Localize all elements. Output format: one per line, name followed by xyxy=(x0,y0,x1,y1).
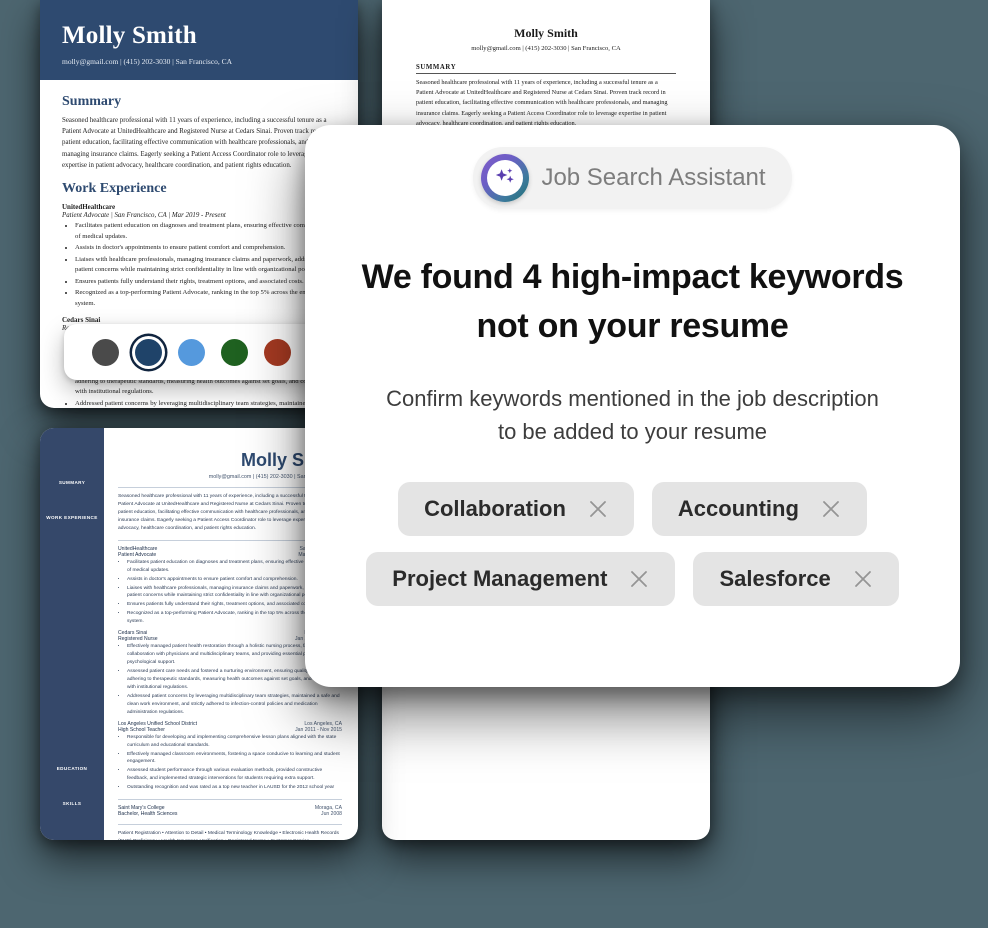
job-bullet: Assists in doctor's appointments to ensu… xyxy=(75,243,336,254)
resume-header-banner: Molly Smith molly@gmail.com | (415) 202-… xyxy=(40,0,358,80)
job-title: Registered Nurse xyxy=(118,636,158,643)
job-bullet: Recognized as a top-performing Patient A… xyxy=(75,288,336,309)
sparkle-icon xyxy=(481,154,530,202)
section-heading-summary: SUMMARY xyxy=(416,64,676,74)
screenshot-stage: Molly Smith molly@gmail.com | (415) 202-… xyxy=(0,0,988,928)
job-search-assistant-modal: Job Search Assistant We found 4 high-imp… xyxy=(305,125,960,687)
resume-contact: molly@gmail.com | (415) 202-3030 | San F… xyxy=(471,45,621,52)
job-bullets: Facilitates patient education on diagnos… xyxy=(62,221,336,310)
assistant-badge[interactable]: Job Search Assistant xyxy=(473,147,792,209)
job-bullet: Facilitates patient education on diagnos… xyxy=(75,221,336,242)
job-bullet: Ensures patients fully understand their … xyxy=(75,277,336,288)
color-swatch-sky-blue[interactable] xyxy=(178,338,205,366)
education-dates: Jun 2008 xyxy=(321,811,342,818)
assistant-headline: We found 4 high-impact keywords not on y… xyxy=(361,258,904,346)
keyword-chip-label: Collaboration xyxy=(424,495,566,521)
job-entry: Los Angeles Unified School DistrictLos A… xyxy=(118,721,342,793)
keyword-chip-label: Accounting xyxy=(677,495,799,521)
job-dates: Jan 2011 - Nov 2015 xyxy=(295,726,342,733)
color-swatch-forest-green[interactable] xyxy=(221,338,248,366)
sidebar-label-summary: SUMMARY xyxy=(58,480,86,485)
keyword-chip-accounting[interactable]: Accounting xyxy=(651,481,867,536)
close-icon[interactable] xyxy=(629,569,649,589)
summary-text: Seasoned healthcare professional with 11… xyxy=(416,79,668,127)
education-degree: Bachelor, Health Sciences xyxy=(118,811,178,818)
close-icon[interactable] xyxy=(821,499,841,519)
color-swatch-navy[interactable] xyxy=(135,338,162,366)
sidebar-label-skills: SKILLS xyxy=(62,801,82,806)
job-meta: Patient Advocate | San Francisco, CA | M… xyxy=(62,211,226,219)
job-bullet: Responsible for developing and implement… xyxy=(127,734,342,750)
keyword-chip-label: Salesforce xyxy=(719,565,831,591)
assistant-subtitle: Confirm keywords mentioned in the job de… xyxy=(386,385,879,444)
keyword-chip-label: Project Management xyxy=(392,565,608,591)
job-employer: UnitedHealthcare xyxy=(62,202,116,211)
keyword-chip-list: Collaboration Accounting Project Managem… xyxy=(353,481,913,606)
job-bullet: Addressed patient concerns by leveraging… xyxy=(75,399,336,408)
job-bullets: Responsible for developing and implement… xyxy=(118,734,342,793)
color-swatch-brick-red[interactable] xyxy=(264,338,291,366)
resume-name: Molly Smith xyxy=(62,22,197,49)
job-bullet: Outstanding recognition and was rated as… xyxy=(127,784,342,792)
keyword-chip-row: Project Management Salesforce xyxy=(353,551,913,606)
job-title: High School Teacher xyxy=(118,726,165,733)
skills-text: Patient Registration • Attention to Deta… xyxy=(118,831,339,840)
job-employer: Cedars Sinai xyxy=(62,315,101,324)
divider xyxy=(118,799,342,801)
resume-name: Molly Smith xyxy=(514,26,578,40)
close-icon[interactable] xyxy=(853,569,873,589)
resume-sidebar-column: SUMMARY WORK EXPERIENCE EDUCATION SKILLS xyxy=(40,428,104,840)
keyword-chip-row: Collaboration Accounting xyxy=(353,481,913,536)
job-entry: UnitedHealthcare Patient Advocate | San … xyxy=(62,203,336,310)
job-title: Patient Advocate xyxy=(118,551,157,558)
divider xyxy=(118,824,342,826)
section-heading-summary: Summary xyxy=(62,94,122,109)
summary-text: Seasoned healthcare professional with 11… xyxy=(62,117,336,169)
resume-contact: molly@gmail.com | (415) 202-3030 | San F… xyxy=(62,57,233,66)
keyword-chip-project-management[interactable]: Project Management xyxy=(366,551,676,606)
keyword-chip-salesforce[interactable]: Salesforce xyxy=(693,551,899,606)
job-bullet: Assessed student performance through var… xyxy=(127,767,342,783)
job-bullet: Liaises with healthcare professionals, m… xyxy=(75,255,336,276)
sidebar-label-education: EDUCATION xyxy=(56,766,88,771)
job-bullet: Effectively managed classroom environmen… xyxy=(127,751,342,767)
assistant-badge-label: Job Search Assistant xyxy=(541,164,766,191)
keyword-chip-collaboration[interactable]: Collaboration xyxy=(398,481,634,536)
job-bullet: Addressed patient concerns by leveraging… xyxy=(127,693,342,717)
sidebar-label-work: WORK EXPERIENCE xyxy=(46,515,98,520)
color-swatch-charcoal[interactable] xyxy=(92,338,119,366)
section-heading-work: Work Experience xyxy=(62,180,167,196)
close-icon[interactable] xyxy=(588,499,608,519)
